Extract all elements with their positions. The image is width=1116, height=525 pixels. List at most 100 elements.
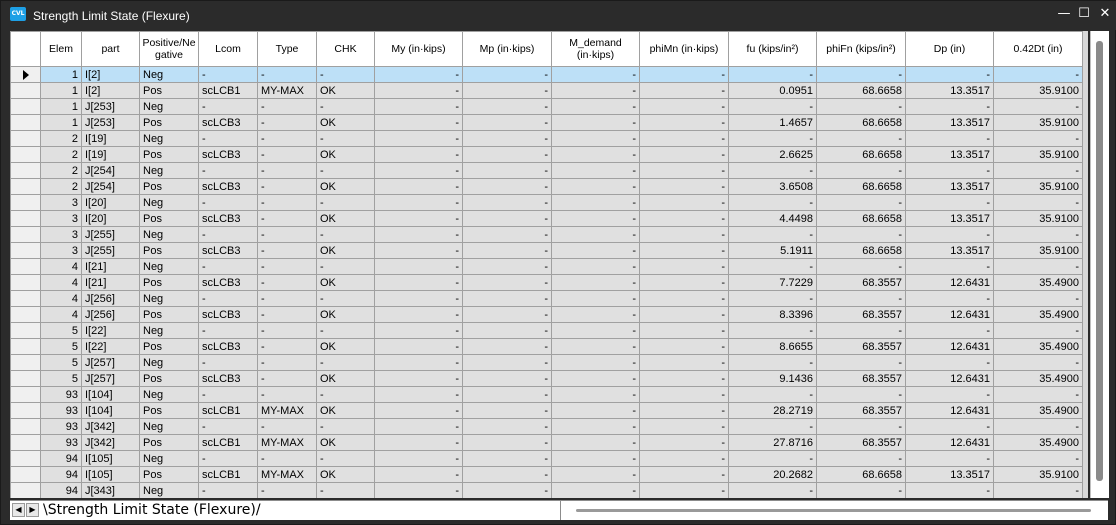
cell-mp[interactable]: - xyxy=(462,402,552,419)
cell-fu[interactable]: 9.1436 xyxy=(728,370,817,387)
row-header[interactable] xyxy=(10,98,41,115)
cell-pn[interactable]: Neg xyxy=(139,354,199,371)
results-grid[interactable]: Elem part Positive/Ne gative Lcom Type CHK My … xyxy=(10,31,1088,498)
cell-elem[interactable]: 94 xyxy=(40,482,82,498)
cell-my[interactable]: - xyxy=(374,98,463,115)
table-row[interactable]: 4 I[21] Pos scLCB3- OK - - - -7.7229 68.3557 12.64… xyxy=(10,274,1083,291)
cell-my[interactable]: - xyxy=(374,338,463,355)
cell-dp[interactable]: - xyxy=(905,290,994,307)
row-header[interactable] xyxy=(10,146,41,163)
cell-chk[interactable]: OK xyxy=(316,434,375,451)
cell-part[interactable]: J[342] xyxy=(81,418,140,435)
cell-lcom[interactable]: - xyxy=(198,194,258,211)
cell-mp[interactable]: - xyxy=(462,338,552,355)
cell-dt[interactable]: 35.9100 xyxy=(993,210,1083,227)
column-header-type[interactable]: Type xyxy=(257,31,317,67)
row-header[interactable] xyxy=(10,114,41,131)
close-button[interactable]: ✕ xyxy=(1094,4,1116,24)
table-row[interactable]: 94 I[105] Pos scLCB1 MY-MAX OK - - - -20.2682 68.6… xyxy=(10,466,1083,483)
cell-lcom[interactable]: - xyxy=(198,450,258,467)
cell-pn[interactable]: Pos xyxy=(139,466,199,483)
cell-part[interactable]: J[254] xyxy=(81,178,140,195)
cell-my[interactable]: - xyxy=(374,418,463,435)
cell-type[interactable]: - xyxy=(257,418,317,435)
row-header[interactable] xyxy=(10,274,41,291)
cell-fu[interactable]: 20.2682 xyxy=(728,466,817,483)
cell-dt[interactable]: 35.4900 xyxy=(993,306,1083,323)
cell-elem[interactable]: 4 xyxy=(40,258,82,275)
cell-type[interactable]: - xyxy=(257,290,317,307)
cell-mp[interactable]: - xyxy=(462,466,552,483)
cell-phimn[interactable]: - xyxy=(639,466,729,483)
cell-dt[interactable]: 35.4900 xyxy=(993,338,1083,355)
cell-lcom[interactable]: scLCB3 xyxy=(198,210,258,227)
tab-prev-button[interactable]: ◀ xyxy=(12,503,25,517)
cell-pn[interactable]: Pos xyxy=(139,434,199,451)
cell-mp[interactable]: - xyxy=(462,274,552,291)
cell-phimn[interactable]: - xyxy=(639,290,729,307)
row-header[interactable] xyxy=(10,242,41,259)
row-header[interactable] xyxy=(10,258,41,275)
cell-elem[interactable]: 4 xyxy=(40,306,82,323)
cell-my[interactable]: - xyxy=(374,258,463,275)
cell-phifn[interactable]: 68.3557 xyxy=(816,434,906,451)
cell-fu[interactable]: 27.8716 xyxy=(728,434,817,451)
table-row[interactable]: 1 I[2] Pos scLCB1 MY-MAX OK - - - -0.0951 68.6658 1… xyxy=(10,82,1083,99)
cell-mp[interactable]: - xyxy=(462,146,552,163)
cell-md[interactable]: - xyxy=(551,466,640,483)
cell-elem[interactable]: 93 xyxy=(40,434,82,451)
cell-my[interactable]: - xyxy=(374,354,463,371)
cell-pn[interactable]: Neg xyxy=(139,322,199,339)
cell-elem[interactable]: 3 xyxy=(40,242,82,259)
cell-part[interactable]: I[22] xyxy=(81,338,140,355)
cell-chk[interactable]: OK xyxy=(316,178,375,195)
cell-pn[interactable]: Pos xyxy=(139,114,199,131)
cell-elem[interactable]: 3 xyxy=(40,210,82,227)
cell-phimn[interactable]: - xyxy=(639,370,729,387)
column-header-lcom[interactable]: Lcom xyxy=(198,31,258,67)
cell-dt[interactable]: - xyxy=(993,450,1083,467)
cell-my[interactable]: - xyxy=(374,210,463,227)
cell-elem[interactable]: 4 xyxy=(40,274,82,291)
cell-chk[interactable]: - xyxy=(316,98,375,115)
cell-part[interactable]: I[2] xyxy=(81,82,140,99)
cell-lcom[interactable]: scLCB3 xyxy=(198,306,258,323)
cell-type[interactable]: - xyxy=(257,306,317,323)
column-header-fu[interactable]: fu (kips/in²) xyxy=(728,31,817,67)
cell-dt[interactable]: - xyxy=(993,482,1083,498)
cell-part[interactable]: I[2] xyxy=(81,66,140,83)
cell-dp[interactable]: - xyxy=(905,322,994,339)
cell-mp[interactable]: - xyxy=(462,306,552,323)
cell-type[interactable]: - xyxy=(257,66,317,83)
column-header-phimn[interactable]: phiMn (in·kips) xyxy=(639,31,729,67)
row-header[interactable] xyxy=(10,322,41,339)
cell-type[interactable]: - xyxy=(257,162,317,179)
cell-mp[interactable]: - xyxy=(462,258,552,275)
table-row[interactable]: 5 I[22] Pos scLCB3- OK - - - -8.6655 68.3557 12.64… xyxy=(10,338,1083,355)
cell-elem[interactable]: 94 xyxy=(40,466,82,483)
cell-mp[interactable]: - xyxy=(462,354,552,371)
cell-my[interactable]: - xyxy=(374,114,463,131)
cell-elem[interactable]: 1 xyxy=(40,114,82,131)
cell-chk[interactable]: - xyxy=(316,482,375,498)
cell-mp[interactable]: - xyxy=(462,130,552,147)
cell-chk[interactable]: - xyxy=(316,418,375,435)
cell-phifn[interactable]: - xyxy=(816,290,906,307)
cell-dp[interactable]: - xyxy=(905,258,994,275)
cell-part[interactable]: J[253] xyxy=(81,114,140,131)
table-row[interactable]: 93 I[104] Pos scLCB1 MY-MAX OK - - - -28.2719 68.3… xyxy=(10,402,1083,419)
cell-lcom[interactable]: - xyxy=(198,482,258,498)
cell-type[interactable]: - xyxy=(257,242,317,259)
table-row[interactable]: 5 J[257] Pos scLCB3- OK - - - -9.1436 68.3557 12.6… xyxy=(10,370,1083,387)
table-row[interactable]: 1 I[2] Neg - - - - - - - - - - - xyxy=(10,66,1083,83)
row-header[interactable] xyxy=(10,434,41,451)
cell-part[interactable]: J[343] xyxy=(81,482,140,498)
table-row[interactable]: 3 I[20] Neg - - - - - - - - - - - xyxy=(10,194,1083,211)
cell-pn[interactable]: Neg xyxy=(139,482,199,498)
cell-dt[interactable]: 35.9100 xyxy=(993,146,1083,163)
cell-mp[interactable]: - xyxy=(462,370,552,387)
cell-lcom[interactable]: - xyxy=(198,386,258,403)
cell-dp[interactable]: - xyxy=(905,418,994,435)
cell-my[interactable]: - xyxy=(374,482,463,498)
cell-my[interactable]: - xyxy=(374,370,463,387)
